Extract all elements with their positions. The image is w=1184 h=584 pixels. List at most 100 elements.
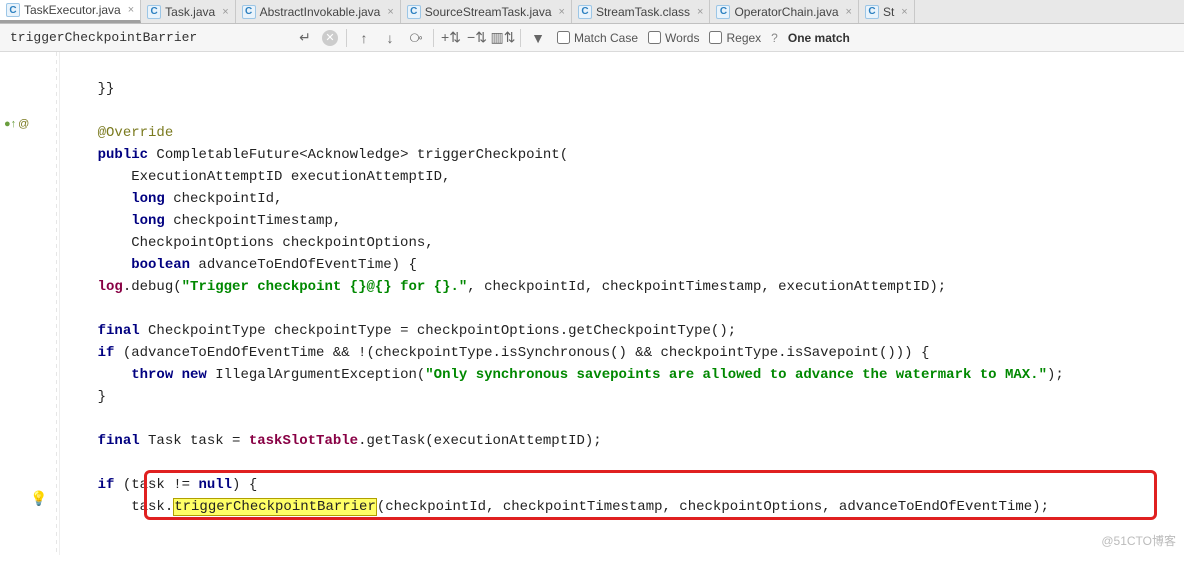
string-literal: "Only synchronous savepoints are allowed… xyxy=(425,367,1047,383)
code-indent xyxy=(64,257,131,273)
gutter: ●↑ @ 💡 xyxy=(0,52,60,555)
code-text: checkpointId, xyxy=(165,191,283,207)
match-case-checkbox[interactable]: Match Case xyxy=(557,31,638,45)
close-icon[interactable]: × xyxy=(846,6,852,18)
tab-label: AbstractInvokable.java xyxy=(260,5,381,19)
code-indent xyxy=(64,213,131,229)
find-bar: ↵ ✕ ↑ ↓ ⧂ +⇅ −⇅ ▥⇅ ▼ Match Case Words Re… xyxy=(0,24,1184,52)
regex-checkbox[interactable]: Regex xyxy=(709,31,761,45)
code-text: , checkpointId, checkpointTimestamp, exe… xyxy=(467,279,946,295)
keyword-boolean: boolean xyxy=(131,257,190,273)
override-up-icon: ●↑ xyxy=(4,118,16,130)
next-match-icon[interactable]: ↓ xyxy=(381,29,399,47)
tab-label: Task.java xyxy=(165,5,215,19)
code-text: checkpointTimestamp, xyxy=(165,213,341,229)
fold-guide xyxy=(56,52,57,555)
code-text: ) { xyxy=(232,477,257,493)
close-icon[interactable]: × xyxy=(559,6,565,18)
separator xyxy=(346,29,347,47)
clear-icon[interactable]: ✕ xyxy=(322,30,338,46)
tab-label: St xyxy=(883,5,894,19)
add-selection-icon[interactable]: +⇅ xyxy=(442,29,460,47)
close-icon[interactable]: × xyxy=(222,6,228,18)
editor-tabs: C TaskExecutor.java × C Task.java × C AbstractI… xyxy=(0,0,1184,24)
code-editor[interactable]: }} @Override public CompletableFuture<Ac… xyxy=(60,52,1184,555)
tab-taskexecutor-java[interactable]: C TaskExecutor.java × xyxy=(0,0,141,23)
keyword-null: null xyxy=(198,477,232,493)
enter-icon[interactable]: ↵ xyxy=(296,29,314,47)
code-line: ExecutionAttemptID executionAttemptID, xyxy=(64,169,450,185)
tab-streamtask-class[interactable]: C StreamTask.class × xyxy=(572,0,710,23)
filter-icon[interactable]: ▼ xyxy=(529,29,547,47)
keyword-if: if xyxy=(98,345,115,361)
regex-label: Regex xyxy=(726,31,761,45)
tab-label: StreamTask.class xyxy=(596,5,690,19)
java-file-icon: C xyxy=(6,3,20,17)
java-file-icon: C xyxy=(716,5,730,19)
override-gutter-icon[interactable]: ●↑ @ xyxy=(4,116,52,132)
keyword-final: final xyxy=(98,433,140,449)
code-text: (task != xyxy=(114,477,198,493)
close-icon[interactable]: × xyxy=(387,6,393,18)
tab-st[interactable]: C St × xyxy=(859,0,915,23)
java-file-icon: C xyxy=(147,5,161,19)
code-line: CheckpointOptions checkpointOptions, xyxy=(64,235,434,251)
code-text: CompletableFuture<Acknowledge> triggerCh… xyxy=(148,147,568,163)
remove-selection-icon[interactable]: −⇅ xyxy=(468,29,486,47)
code-line: }} xyxy=(64,81,114,97)
bulb-icon: 💡 xyxy=(30,490,47,507)
code-text: CheckpointType checkpointType = checkpoi… xyxy=(140,323,737,339)
code-text: (checkpointId, checkpointTimestamp, chec… xyxy=(377,499,1049,515)
keyword-long: long xyxy=(131,213,165,229)
editor-area: ●↑ @ 💡 }} @Override public CompletableFu… xyxy=(0,52,1184,555)
close-icon[interactable]: × xyxy=(128,4,134,16)
code-indent xyxy=(64,433,98,449)
annotation: @Override xyxy=(98,125,174,141)
code-text: ); xyxy=(1047,367,1064,383)
find-controls: ↵ ✕ ↑ ↓ ⧂ +⇅ −⇅ ▥⇅ ▼ xyxy=(296,29,547,47)
search-highlight: triggerCheckpointBarrier xyxy=(173,498,377,516)
match-case-label: Match Case xyxy=(574,31,638,45)
help-icon[interactable]: ? xyxy=(771,31,778,45)
java-file-icon: C xyxy=(242,5,256,19)
java-file-icon: C xyxy=(578,5,592,19)
tab-task-java[interactable]: C Task.java × xyxy=(141,0,235,23)
select-occurrences-icon[interactable]: ▥⇅ xyxy=(494,29,512,47)
code-text: advanceToEndOfEventTime) { xyxy=(190,257,417,273)
code-text: .debug( xyxy=(123,279,182,295)
words-checkbox[interactable]: Words xyxy=(648,31,699,45)
code-indent xyxy=(64,345,98,361)
code-indent xyxy=(64,191,131,207)
code-text: Task task = xyxy=(140,433,249,449)
code-indent xyxy=(64,477,98,493)
code-indent xyxy=(64,367,131,383)
separator xyxy=(520,29,521,47)
separator xyxy=(433,29,434,47)
code-indent xyxy=(64,279,98,295)
tab-abstractinvokable-java[interactable]: C AbstractInvokable.java × xyxy=(236,0,401,23)
watermark: @51CTO博客 xyxy=(1101,532,1176,549)
code-text: IllegalArgumentException( xyxy=(207,367,425,383)
find-input[interactable] xyxy=(6,28,286,47)
java-file-icon: C xyxy=(407,5,421,19)
close-icon[interactable]: × xyxy=(697,6,703,18)
tab-sourcestreamtask-java[interactable]: CSourceStreamTask.java× xyxy=(401,0,572,23)
close-icon[interactable]: × xyxy=(901,6,907,18)
keyword-long: long xyxy=(131,191,165,207)
tab-operatorchain-java[interactable]: C OperatorChain.java × xyxy=(710,0,859,23)
keyword-public: public xyxy=(98,147,148,163)
field-log: log xyxy=(98,279,123,295)
code-text: (advanceToEndOfEventTime && !(checkpoint… xyxy=(114,345,929,361)
tab-label: TaskExecutor.java xyxy=(24,3,121,17)
keyword-throw-new: throw new xyxy=(131,367,207,383)
java-file-icon: C xyxy=(865,5,879,19)
select-all-icon[interactable]: ⧂ xyxy=(407,29,425,47)
code-text: .getTask(executionAttemptID); xyxy=(358,433,602,449)
code-indent: task. xyxy=(64,499,173,515)
keyword-final: final xyxy=(98,323,140,339)
code-line: } xyxy=(64,389,106,405)
prev-match-icon[interactable]: ↑ xyxy=(355,29,373,47)
annotation-at-icon: @ xyxy=(18,118,29,130)
tab-label: OperatorChain.java xyxy=(734,5,838,19)
code-indent xyxy=(64,323,98,339)
